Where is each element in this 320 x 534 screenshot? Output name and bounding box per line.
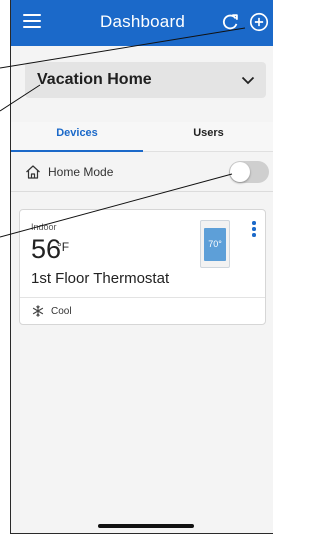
tab-users[interactable]: Users [143,122,273,152]
snowflake-icon [32,305,44,317]
indoor-label: Indoor [31,222,57,232]
phone-screen: Dashboard Vacation Home Devices Users Ho… [10,0,273,534]
system-mode-label: Cool [51,306,72,317]
device-name: 1st Floor Thermostat [31,270,170,287]
home-mode-label: Home Mode [48,165,114,179]
toggle-knob [230,162,250,182]
thermostat-display: 70° [204,228,226,261]
location-label: Vacation Home [37,71,152,88]
device-card[interactable]: Indoor 56 °F 1st Floor Thermostat 70° Co… [19,209,266,325]
refresh-icon[interactable] [219,11,241,33]
temperature-unit: °F [57,240,70,254]
card-divider [20,297,265,298]
home-icon [26,165,40,179]
location-bar: Vacation Home [11,46,273,122]
tab-bar: Devices Users [11,122,273,152]
app-header: Dashboard [11,0,273,46]
home-indicator [98,524,194,528]
thermostat-image: 70° [200,220,230,268]
more-options-icon[interactable] [251,221,257,239]
home-mode-row: Home Mode [11,152,273,192]
location-dropdown[interactable]: Vacation Home [25,62,266,98]
add-icon[interactable] [248,11,270,33]
home-mode-toggle[interactable] [229,161,269,183]
tab-devices[interactable]: Devices [11,122,143,152]
chevron-down-icon [241,76,255,85]
